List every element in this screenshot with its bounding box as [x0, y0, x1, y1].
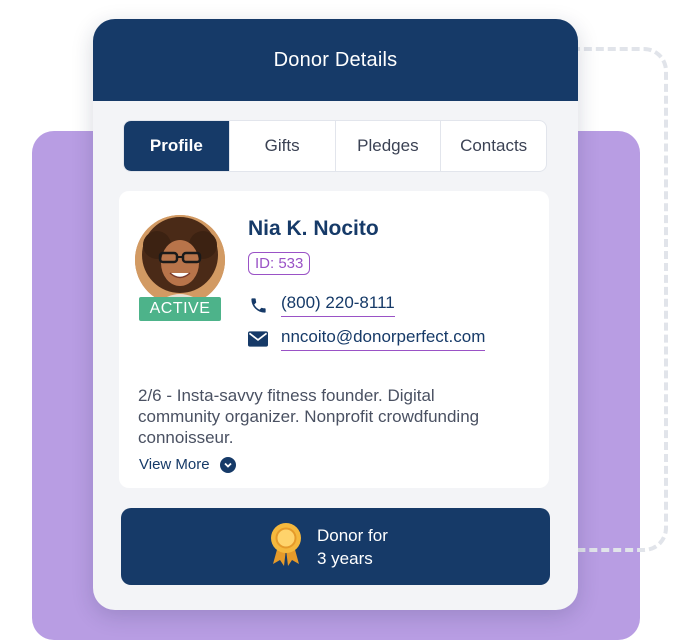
- tenure-text: Donor for 3 years: [317, 524, 388, 570]
- email-link[interactable]: nncoito@donorperfect.com: [281, 327, 486, 351]
- tenure-line1: Donor for: [317, 525, 388, 545]
- view-more-button[interactable]: View More: [139, 456, 236, 473]
- award-ribbon-icon: [269, 522, 303, 571]
- status-badge: ACTIVE: [139, 297, 221, 321]
- card-title: Donor Details: [93, 19, 578, 101]
- email-row: nncoito@donorperfect.com: [248, 327, 486, 351]
- tab-pledges[interactable]: Pledges: [334, 121, 441, 171]
- avatar: [135, 215, 225, 305]
- phone-icon: [248, 295, 268, 315]
- tab-bar: Profile Gifts Pledges Contacts: [123, 120, 547, 172]
- tab-profile[interactable]: Profile: [124, 121, 229, 171]
- profile-panel: ACTIVE Nia K. Nocito ID: 533 (800) 220-8…: [119, 191, 549, 488]
- donor-id-badge: ID: 533: [248, 252, 311, 275]
- tenure-line2: 3 years: [317, 548, 373, 568]
- tab-gifts[interactable]: Gifts: [228, 121, 335, 171]
- donor-bio: 2/6 - Insta-savvy fitness founder. Digit…: [138, 386, 480, 447]
- chevron-down-icon: [219, 456, 236, 473]
- donor-details-card: Donor Details Profile Gifts Pledges Cont…: [93, 19, 578, 610]
- phone-link[interactable]: (800) 220-8111: [281, 293, 395, 317]
- envelope-icon: [248, 329, 268, 349]
- tab-contacts[interactable]: Contacts: [440, 121, 546, 171]
- phone-row: (800) 220-8111: [248, 293, 395, 317]
- donor-tenure-banner: Donor for 3 years: [121, 508, 550, 585]
- avatar-portrait: [135, 215, 225, 305]
- view-more-label: View More: [139, 456, 210, 473]
- donor-name: Nia K. Nocito: [248, 217, 379, 240]
